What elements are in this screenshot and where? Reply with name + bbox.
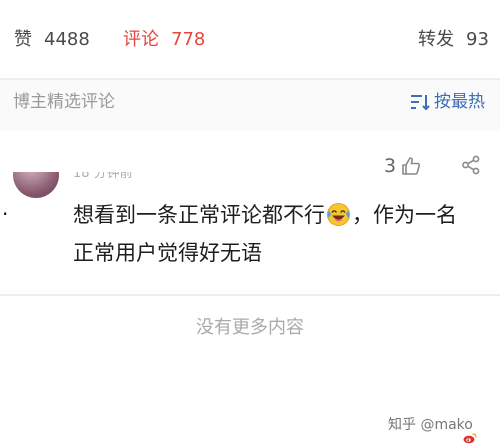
- like-stat[interactable]: 赞 4488: [14, 28, 90, 52]
- thumbs-up-icon: [402, 157, 421, 175]
- repost-count: 93: [466, 29, 489, 50]
- sort-label: 按最热: [434, 92, 485, 112]
- weibo-logo-icon: [463, 433, 477, 444]
- share-icon[interactable]: [461, 155, 481, 175]
- comment-count: 778: [171, 29, 206, 50]
- comment-text: 想看到一条正常评论都不行 ，作为一名正常用户觉得好无语: [73, 196, 473, 272]
- bullet-mark: .: [2, 196, 9, 220]
- repost-stat[interactable]: 转发 93: [418, 28, 489, 52]
- comment-like-button[interactable]: 3: [384, 155, 421, 177]
- divider: [0, 294, 500, 296]
- avatar[interactable]: [13, 172, 59, 198]
- stats-bar: 赞 4488 评论 778 转发 93: [0, 0, 500, 78]
- comment-time-text: 18 分钟前: [73, 172, 133, 181]
- comment-stat[interactable]: 评论 778: [123, 28, 205, 52]
- repost-label: 转发: [418, 29, 454, 50]
- no-more-content-label: 没有更多内容: [196, 317, 304, 338]
- comment-like-count: 3: [384, 155, 397, 177]
- section-title: 博主精选评论: [13, 92, 115, 112]
- sort-hot-button[interactable]: 按最热: [410, 91, 485, 113]
- laughing-crying-emoji-icon: [326, 202, 351, 227]
- like-label: 赞: [14, 29, 32, 50]
- watermark: 知乎 @mako: [388, 417, 473, 433]
- section-header: 博主精选评论 按最热: [0, 80, 500, 130]
- comment-text-part1: 想看到一条正常评论都不行: [73, 203, 325, 227]
- comment-timestamp: 18 分钟前: [73, 172, 133, 186]
- like-count: 4488: [44, 29, 90, 50]
- comment-label: 评论: [123, 29, 159, 50]
- sort-icon: [411, 95, 430, 111]
